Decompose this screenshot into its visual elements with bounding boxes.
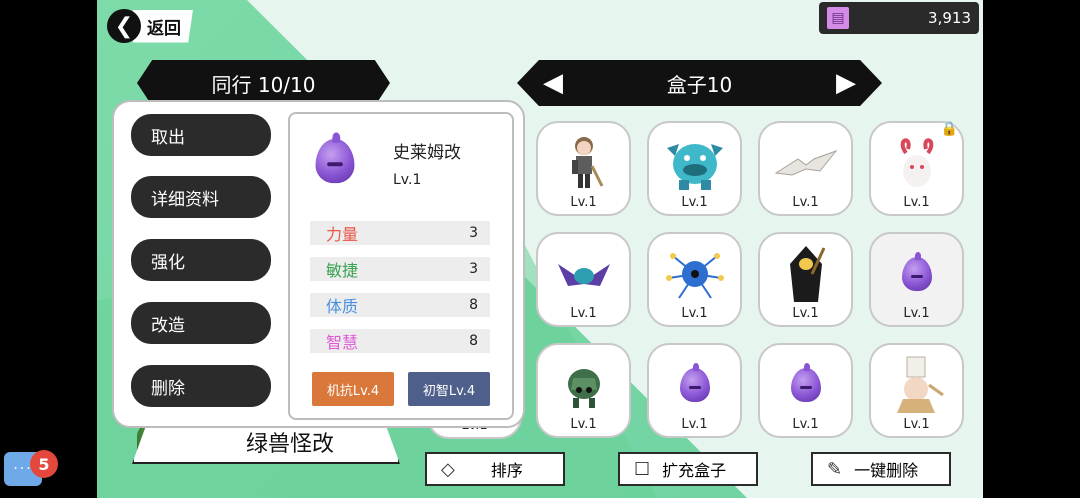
box-header-label: 盒子10 <box>666 72 733 97</box>
prev-box-arrow-icon[interactable]: ◀ <box>543 68 563 98</box>
slot-level: Lv.1 <box>681 306 708 321</box>
skill-label: 初智Lv.4 <box>422 383 476 399</box>
stat-label: 智慧 <box>326 333 359 352</box>
monster-info-card: 史莱姆改 Lv.1 力量 3 敏捷 3 体质 8 智慧 8 机抗Lv.4 初智L… <box>288 112 514 420</box>
box-slot[interactable]: Lv.1 <box>647 121 742 216</box>
chat-badge: 5 <box>30 450 58 478</box>
next-box-arrow-icon[interactable]: ▶ <box>836 68 856 98</box>
back-button[interactable]: ❮ 返回 <box>107 9 193 43</box>
sort-icon: ◇ <box>441 458 455 480</box>
stat-wisdom: 智慧 8 <box>310 329 490 353</box>
stat-label: 体质 <box>326 297 359 316</box>
stat-strength: 力量 3 <box>310 221 490 245</box>
slot-level: Lv.1 <box>681 417 708 432</box>
back-label: 返回 <box>133 9 193 43</box>
currency-value: 3,913 <box>928 9 971 27</box>
fairy-icon <box>885 355 949 415</box>
currency-display: ▤ 3,913 <box>819 2 979 34</box>
slot-level: Lv.1 <box>792 417 819 432</box>
box-slot[interactable]: Lv.1 <box>869 343 964 438</box>
box-slot[interactable]: Lv.1 <box>758 343 853 438</box>
box-header: ◀ 盒子10 ▶ <box>517 60 882 106</box>
stat-constitution: 体质 8 <box>310 293 490 317</box>
slot-level: Lv.1 <box>792 306 819 321</box>
party-member-name: 绿兽怪改 <box>246 432 335 457</box>
slot-level: Lv.1 <box>570 306 597 321</box>
stat-value: 8 <box>469 333 478 349</box>
box-slot[interactable]: Lv.1 <box>536 343 631 438</box>
slot-level: Lv.1 <box>681 195 708 210</box>
slot-level: Lv.1 <box>903 417 930 432</box>
white-bat-icon <box>774 133 838 193</box>
gem-icon: ▤ <box>827 7 849 29</box>
modify-label: 改造 <box>151 315 185 336</box>
box-slot[interactable]: Lv.1 <box>647 343 742 438</box>
skill-badge-2[interactable]: 初智Lv.4 <box>408 372 490 406</box>
box-slot[interactable]: Lv.1 <box>647 232 742 327</box>
eyeball-icon <box>663 244 727 304</box>
delete-button[interactable]: 删除 <box>131 365 271 407</box>
back-arrow-icon: ❮ <box>107 9 141 43</box>
slot-level: Lv.1 <box>903 306 930 321</box>
box-slot[interactable]: Lv.1 <box>536 232 631 327</box>
turtle-icon <box>552 355 616 415</box>
monster-level: Lv.1 <box>393 172 422 188</box>
dark-reaper-icon <box>774 244 838 304</box>
purple-slime-icon <box>315 132 355 184</box>
box-slot[interactable]: Lv.1 <box>536 121 631 216</box>
stat-label: 敏捷 <box>326 261 359 280</box>
slot-level: Lv.1 <box>792 195 819 210</box>
monster-name: 史莱姆改 <box>393 143 461 163</box>
take-out-button[interactable]: 取出 <box>131 114 271 156</box>
skill-badge-1[interactable]: 机抗Lv.4 <box>312 372 394 406</box>
monster-action-popup: 取出 详细资料 强化 改造 删除 史莱姆改 Lv.1 力量 3 敏捷 3 体质 … <box>112 100 525 428</box>
expand-box-button[interactable]: ☐ 扩充盒子 <box>618 452 758 486</box>
delete-all-button[interactable]: ✎ 一键删除 <box>811 452 951 486</box>
game-stage: ❮ 返回 ▤ 3,913 同行 10/10 ◀ 盒子10 ▶ Lv.1 Lv.1… <box>97 0 983 498</box>
box-slot[interactable]: Lv.1 <box>758 121 853 216</box>
enhance-button[interactable]: 强化 <box>131 239 271 281</box>
stat-label: 力量 <box>326 225 359 244</box>
slot-level: Lv.1 <box>570 417 597 432</box>
blue-ogre-icon <box>663 133 727 193</box>
white-goat-icon <box>885 133 949 193</box>
eraser-icon: ✎ <box>827 458 843 480</box>
expand-label: 扩充盒子 <box>662 461 727 480</box>
slot-level: Lv.1 <box>903 195 930 210</box>
purple-slime-icon <box>663 355 727 415</box>
take-out-label: 取出 <box>151 127 185 148</box>
stat-value: 3 <box>469 261 478 277</box>
stat-value: 3 <box>469 225 478 241</box>
delete-all-label: 一键删除 <box>854 461 919 480</box>
delete-label: 删除 <box>151 378 185 399</box>
box-slot-selected[interactable]: Lv.1 <box>869 232 964 327</box>
purple-slime-icon <box>774 355 838 415</box>
modify-button[interactable]: 改造 <box>131 302 271 344</box>
knight-girl-icon <box>552 133 616 193</box>
enhance-label: 强化 <box>151 252 185 273</box>
slot-level: Lv.1 <box>570 195 597 210</box>
party-header-label: 同行 10/10 <box>211 72 316 97</box>
skill-label: 机抗Lv.4 <box>326 383 380 399</box>
purple-slime-icon <box>885 244 949 304</box>
sort-button[interactable]: ◇ 排序 <box>425 452 565 486</box>
box-slot[interactable]: 🔒 Lv.1 <box>869 121 964 216</box>
stat-agility: 敏捷 3 <box>310 257 490 281</box>
details-button[interactable]: 详细资料 <box>131 176 271 218</box>
box-slot[interactable]: Lv.1 <box>758 232 853 327</box>
stat-value: 8 <box>469 297 478 313</box>
sort-label: 排序 <box>490 461 523 480</box>
details-label: 详细资料 <box>151 189 219 210</box>
demon-bird-icon <box>552 244 616 304</box>
add-box-icon: ☐ <box>634 458 651 480</box>
